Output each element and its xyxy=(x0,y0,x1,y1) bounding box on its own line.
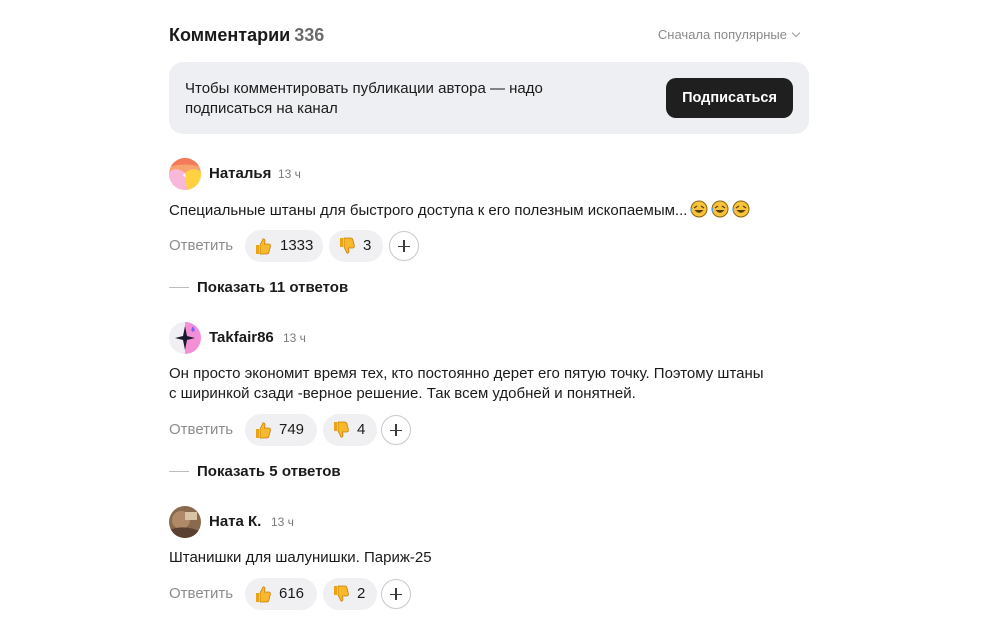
show-replies-button[interactable]: Показать 5 ответов xyxy=(169,463,469,481)
comment-body-line: с ширинкой сзади -верное решение. Так вс… xyxy=(169,385,636,402)
comments-header: Комментарии 336 Сначала популярные xyxy=(169,22,809,48)
comment-actions: Ответить 1333 3 xyxy=(169,230,809,262)
like-button[interactable]: 749 xyxy=(245,414,317,446)
subscribe-banner: Чтобы комментировать публикации автора —… xyxy=(169,62,809,134)
dislike-button[interactable]: 2 xyxy=(323,578,377,610)
sort-label: Сначала популярные xyxy=(657,27,787,42)
comment-time: 13 ч xyxy=(271,515,294,529)
replies-divider xyxy=(169,287,189,288)
laughing-emoji-icon xyxy=(732,200,750,218)
comment-author[interactable]: Takfair86 xyxy=(209,329,274,347)
like-count: 1333 xyxy=(280,237,314,254)
chevron-down-icon xyxy=(791,28,801,38)
comment-author-row: Takfair86 13 ч xyxy=(169,322,809,354)
comment-time: 13 ч xyxy=(283,331,306,345)
laughing-emoji-icon xyxy=(711,200,729,218)
comments-count: 336 xyxy=(294,25,325,45)
thumbs-up-icon xyxy=(254,585,272,603)
thumbs-down-icon xyxy=(338,237,356,255)
dislike-button[interactable]: 4 xyxy=(323,414,377,446)
like-button[interactable]: 1333 xyxy=(245,230,323,262)
avatar[interactable] xyxy=(169,158,201,190)
comment-actions: Ответить 749 4 xyxy=(169,414,809,446)
comment-author-row: Ната К. 13 ч xyxy=(169,506,809,538)
like-button[interactable]: 616 xyxy=(245,578,317,610)
comment-body: Специальные штаны для быстрого доступа к… xyxy=(169,202,688,219)
like-count: 616 xyxy=(279,585,305,602)
like-count: 749 xyxy=(279,421,305,438)
show-replies-label: Показать 5 ответов xyxy=(197,463,341,480)
add-reaction-icon[interactable] xyxy=(381,579,411,609)
thumbs-down-icon xyxy=(332,585,350,603)
dislike-button[interactable]: 3 xyxy=(329,230,383,262)
comments-title-label: Комментарии xyxy=(169,25,291,45)
laughing-emoji-icon xyxy=(690,200,708,218)
comment-author[interactable]: Ната К. xyxy=(209,513,261,531)
sort-dropdown[interactable]: Сначала популярные xyxy=(657,26,801,44)
comment-body-line: Он просто экономит время тех, кто постоя… xyxy=(169,365,764,382)
avatar[interactable] xyxy=(169,506,201,538)
subscribe-button[interactable]: Подписаться xyxy=(666,78,793,118)
comment-time: 13 ч xyxy=(278,167,301,181)
avatar[interactable] xyxy=(169,322,201,354)
add-reaction-icon[interactable] xyxy=(389,231,419,261)
thumbs-up-icon xyxy=(254,421,272,439)
comments-title: Комментарии 336 xyxy=(169,22,324,48)
comment-text: Он просто экономит время тех, кто постоя… xyxy=(169,364,809,404)
replies-divider xyxy=(169,471,189,472)
comment-body: Штанишки для шалунишки. Париж-25 xyxy=(169,549,432,566)
comment-text: Штанишки для шалунишки. Париж-25 xyxy=(169,548,809,568)
thumbs-down-icon xyxy=(332,421,350,439)
show-replies-button[interactable]: Показать 11 ответов xyxy=(169,279,469,297)
subscribe-message: Чтобы комментировать публикации автора —… xyxy=(185,80,543,117)
add-reaction-icon[interactable] xyxy=(381,415,411,445)
reply-button[interactable]: Ответить xyxy=(169,237,233,255)
thumbs-up-icon xyxy=(254,237,272,255)
comment-text: Специальные штаны для быстрого доступа к… xyxy=(169,200,809,221)
dislike-count: 3 xyxy=(363,237,372,254)
comment-author-row: Наталья 13 ч xyxy=(169,158,809,190)
dislike-count: 4 xyxy=(357,421,366,438)
comment-actions: Ответить 616 2 xyxy=(169,578,809,610)
dislike-count: 2 xyxy=(357,585,366,602)
show-replies-label: Показать 11 ответов xyxy=(197,279,349,296)
reply-button[interactable]: Ответить xyxy=(169,585,233,603)
comment-author[interactable]: Наталья xyxy=(209,165,271,183)
reply-button[interactable]: Ответить xyxy=(169,421,233,439)
